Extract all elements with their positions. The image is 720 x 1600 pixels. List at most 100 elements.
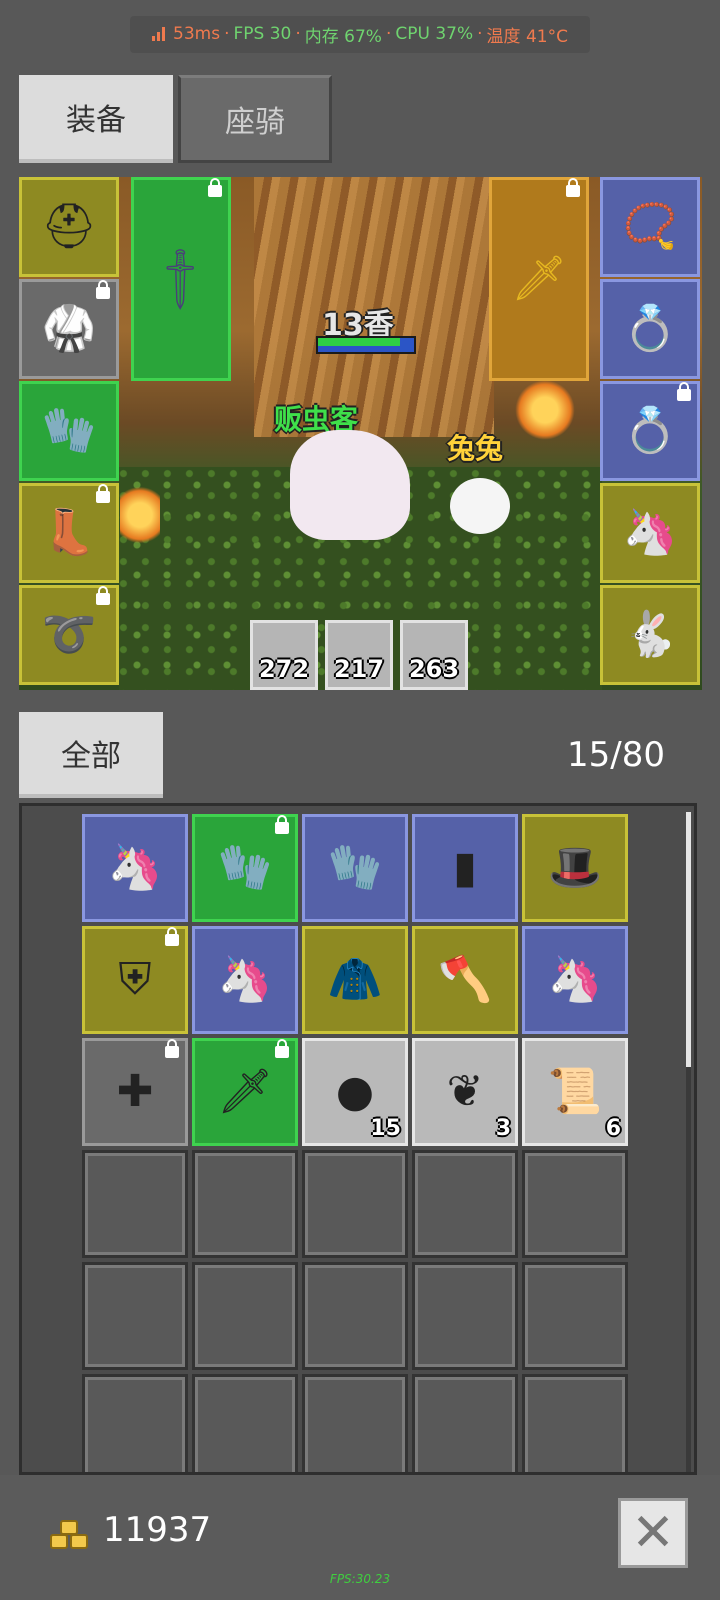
inventory-item[interactable]: 🦄: [522, 926, 628, 1034]
inventory-empty-slot[interactable]: [522, 1150, 628, 1258]
signal-icon: [152, 27, 166, 41]
gold-coins-icon: [48, 1518, 92, 1554]
inventory-item[interactable]: 🦄: [82, 814, 188, 922]
boots-icon: 👢: [41, 507, 97, 558]
equipment-slot-armor[interactable]: 🥋: [19, 279, 119, 379]
weapon-main-slot[interactable]: 🗡: [131, 177, 231, 381]
inventory-item[interactable]: ✚: [82, 1038, 188, 1146]
sword-icon: 🗡: [142, 240, 219, 317]
unicorn-icon: 🦄: [622, 507, 678, 558]
inventory-empty-slot[interactable]: [82, 1262, 188, 1370]
inventory-empty-slot[interactable]: [192, 1150, 298, 1258]
equipment-slot-gloves[interactable]: 🧤: [19, 381, 119, 481]
inventory-item[interactable]: ▮: [412, 814, 518, 922]
equipment-slot-ring[interactable]: 💍: [600, 279, 700, 379]
weapon-off-slot[interactable]: 🗡: [489, 177, 589, 381]
cloak-icon: 🧥: [327, 954, 383, 1005]
stat-box-attack[interactable]: 272: [250, 620, 318, 690]
inventory-empty-slot[interactable]: [82, 1374, 188, 1472]
inventory-item[interactable]: 🗡: [192, 1038, 298, 1146]
lock-icon: [275, 1039, 289, 1058]
lock-icon: [96, 586, 110, 605]
equipment-slot-ring[interactable]: 💍: [600, 381, 700, 481]
sword-icon: 🗡: [217, 1066, 273, 1117]
stat-value: 272: [258, 655, 310, 683]
unicorn-icon: 🦄: [107, 842, 163, 893]
necklace-icon: 📿: [622, 201, 678, 252]
lock-icon: [208, 178, 222, 197]
inventory-item[interactable]: 🧤: [302, 814, 408, 922]
equipment-slot-helmet[interactable]: ⛑: [19, 177, 119, 277]
inventory-item[interactable]: ● 15: [302, 1038, 408, 1146]
equipment-slot-boots[interactable]: 👢: [19, 483, 119, 583]
campfire-icon: [515, 380, 575, 440]
feather-icon: ❦: [446, 1066, 484, 1117]
rabbit-icon: 🐇: [622, 609, 678, 660]
inventory-item[interactable]: 🧥: [302, 926, 408, 1034]
inventory-grid[interactable]: 🦄 🧤 🧤 ▮ 🎩 ⛨ 🦄 🧥 🪓 🦄 ✚ 🗡 ● 15 ❦ 3 📜 6: [19, 803, 697, 1475]
ore-icon: ●: [335, 1066, 375, 1117]
cpu-text: CPU 37%: [395, 24, 474, 44]
player-on-unicorn[interactable]: [290, 430, 410, 540]
close-icon: ✕: [631, 1503, 675, 1563]
inventory-item[interactable]: 🎩: [522, 814, 628, 922]
equipment-slot-necklace[interactable]: 📿: [600, 177, 700, 277]
stat-box-defense[interactable]: 217: [325, 620, 393, 690]
equipment-slot-mount[interactable]: 🦄: [600, 483, 700, 583]
inventory-item[interactable]: 🧤: [192, 814, 298, 922]
lock-icon: [566, 178, 580, 197]
item-quantity: 3: [495, 1116, 511, 1141]
item-quantity: 6: [605, 1116, 621, 1141]
tab-mount[interactable]: 座骑: [178, 75, 332, 163]
inventory-item[interactable]: ❦ 3: [412, 1038, 518, 1146]
unicorn-icon: 🦄: [547, 954, 603, 1005]
gloves-icon: 🧤: [327, 842, 383, 893]
inventory-empty-slot[interactable]: [412, 1150, 518, 1258]
inventory-item[interactable]: 🪓: [412, 926, 518, 1034]
gold-amount: 11937: [103, 1510, 212, 1550]
close-button[interactable]: ✕: [618, 1498, 688, 1568]
inventory-empty-slot[interactable]: [302, 1262, 408, 1370]
inventory-empty-slot[interactable]: [412, 1262, 518, 1370]
inventory-item[interactable]: 📜 6: [522, 1038, 628, 1146]
rabbit-pet[interactable]: [450, 478, 510, 534]
ring-icon: 💍: [622, 405, 678, 456]
lock-icon: [165, 1039, 179, 1058]
lock-icon: [96, 484, 110, 503]
gloves-icon: 🧤: [41, 405, 97, 456]
performance-readout: 53ms · FPS 30 · 内存 67% · CPU 37% · 温度 41…: [130, 15, 590, 53]
memory-text: 内存 67%: [304, 26, 382, 47]
filter-all-button[interactable]: 全部: [19, 712, 163, 798]
equipment-slot-belt[interactable]: ➰: [19, 585, 119, 685]
equipment-slot-pet[interactable]: 🐇: [600, 585, 700, 685]
inventory-empty-slot[interactable]: [302, 1374, 408, 1472]
pet-name: 兔兔: [447, 432, 504, 465]
inventory-empty-slot[interactable]: [82, 1150, 188, 1258]
fps-footer: FPS:30.23: [329, 1572, 391, 1586]
inventory-empty-slot[interactable]: [302, 1150, 408, 1258]
axe-icon: 🪓: [437, 954, 493, 1005]
stat-box-magic[interactable]: 263: [400, 620, 468, 690]
lock-icon: [96, 280, 110, 299]
scrollbar-thumb[interactable]: [686, 812, 691, 1067]
lock-icon: [677, 382, 691, 401]
inventory-empty-slot[interactable]: [522, 1262, 628, 1370]
inventory-empty-slot[interactable]: [192, 1262, 298, 1370]
stat-value: 263: [408, 655, 460, 683]
stat-value: 217: [333, 655, 385, 683]
tab-equipment[interactable]: 装备: [19, 75, 173, 163]
inventory-empty-slot[interactable]: [412, 1374, 518, 1472]
campfire-icon: [120, 480, 160, 550]
inventory-item[interactable]: 🦄: [192, 926, 298, 1034]
inventory-empty-slot[interactable]: [522, 1374, 628, 1472]
inventory-item[interactable]: ⛨: [82, 926, 188, 1034]
card-icon: ▮: [452, 842, 478, 893]
gloves-icon: 🧤: [217, 842, 273, 893]
inventory-empty-slot[interactable]: [192, 1374, 298, 1472]
hp-fill: [318, 338, 400, 346]
unicorn-icon: 🦄: [217, 954, 273, 1005]
scroll-icon: 📜: [547, 1066, 603, 1117]
ring-icon: 💍: [622, 303, 678, 354]
latency-text: 53ms: [173, 24, 221, 44]
temperature-text: 温度 41°C: [486, 26, 568, 47]
